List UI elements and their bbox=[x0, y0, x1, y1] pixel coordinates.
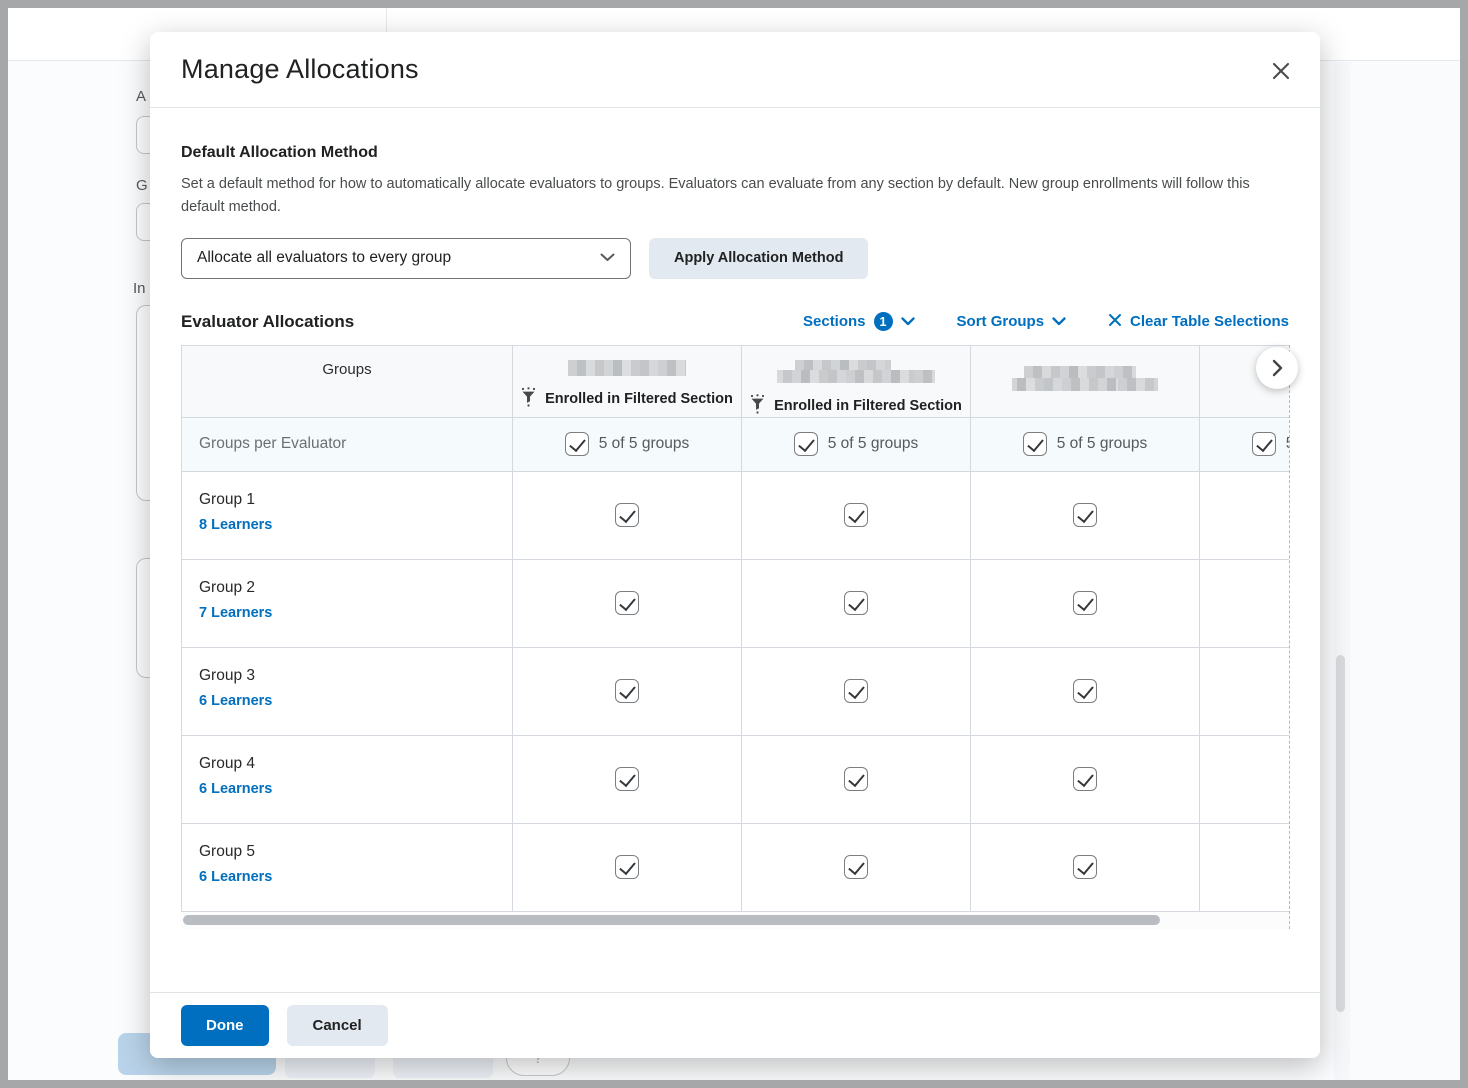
allocation-checkbox[interactable] bbox=[1073, 591, 1097, 615]
learners-link[interactable]: 6 Learners bbox=[199, 693, 272, 709]
evaluator-column-header bbox=[970, 346, 1199, 417]
table-row: Group 3 6 Learners bbox=[182, 647, 1290, 735]
chevron-down-icon bbox=[901, 313, 915, 330]
allocation-checkbox[interactable] bbox=[615, 767, 639, 791]
allocation-checkbox[interactable] bbox=[844, 679, 868, 703]
allocation-method-dropdown[interactable]: Allocate all evaluators to every group bbox=[181, 238, 631, 279]
evaluator-column-header: Enrolled in Filtered Section bbox=[741, 346, 970, 417]
groups-summary: 5 of 5 groups bbox=[1286, 435, 1290, 453]
allocation-checkbox[interactable] bbox=[615, 679, 639, 703]
sections-dropdown[interactable]: Sections 1 bbox=[803, 312, 915, 331]
evaluator-column-header: Enrolled in Filtered Section bbox=[512, 346, 741, 417]
enrolled-filter-label: Enrolled in Filtered Section bbox=[545, 391, 733, 407]
allocation-checkbox[interactable] bbox=[1073, 679, 1097, 703]
allocation-method-value: Allocate all evaluators to every group bbox=[197, 249, 451, 267]
learners-link[interactable]: 6 Learners bbox=[199, 781, 272, 797]
redacted-evaluator-name bbox=[777, 360, 935, 383]
groups-summary: 5 of 5 groups bbox=[1057, 435, 1147, 453]
allocations-table: Groups Enrolled in Filtered Section bbox=[181, 345, 1289, 929]
chevron-down-icon bbox=[1052, 313, 1066, 330]
clear-x-icon bbox=[1108, 313, 1122, 331]
allocation-checkbox[interactable] bbox=[844, 503, 868, 527]
allocation-checkbox[interactable] bbox=[615, 855, 639, 879]
sort-groups-dropdown[interactable]: Sort Groups bbox=[957, 313, 1067, 330]
table-header-row: Groups Enrolled in Filtered Section bbox=[182, 346, 1290, 417]
table-horizontal-scrollbar[interactable] bbox=[183, 915, 1160, 925]
select-all-checkbox[interactable] bbox=[1252, 432, 1276, 456]
default-allocation-method-heading: Default Allocation Method bbox=[181, 144, 1289, 162]
evaluator-allocations-heading: Evaluator Allocations bbox=[181, 312, 354, 332]
filter-funnel-icon bbox=[521, 387, 536, 411]
table-row: Group 5 6 Learners bbox=[182, 823, 1290, 911]
groups-summary: 5 of 5 groups bbox=[599, 435, 689, 453]
apply-allocation-method-button[interactable]: Apply Allocation Method bbox=[649, 238, 868, 279]
dialog-title: Manage Allocations bbox=[181, 54, 419, 85]
table-row: Group 2 7 Learners bbox=[182, 559, 1290, 647]
page-vertical-scrollbar[interactable] bbox=[1336, 655, 1345, 1012]
clear-table-selections-label: Clear Table Selections bbox=[1130, 313, 1289, 330]
dialog-body: Default Allocation Method Set a default … bbox=[150, 144, 1320, 929]
sections-count-badge: 1 bbox=[874, 312, 893, 331]
allocation-checkbox[interactable] bbox=[1073, 503, 1097, 527]
allocation-checkbox[interactable] bbox=[615, 503, 639, 527]
background-form-label: In bbox=[133, 280, 146, 297]
select-all-checkbox[interactable] bbox=[565, 432, 589, 456]
manage-allocations-dialog: Manage Allocations Default Allocation Me… bbox=[150, 32, 1320, 1058]
allocation-checkbox[interactable] bbox=[1073, 767, 1097, 791]
allocation-checkbox[interactable] bbox=[615, 591, 639, 615]
group-name: Group 1 bbox=[199, 491, 512, 509]
clear-table-selections-button[interactable]: Clear Table Selections bbox=[1108, 313, 1289, 331]
group-name: Group 3 bbox=[199, 667, 512, 685]
sort-groups-label: Sort Groups bbox=[957, 313, 1045, 330]
enrolled-filter-label: Enrolled in Filtered Section bbox=[774, 398, 962, 414]
table-horizontal-scrollbar-track bbox=[181, 912, 1289, 929]
group-name: Group 2 bbox=[199, 579, 512, 597]
groups-column-header: Groups bbox=[322, 361, 371, 417]
chevron-down-icon bbox=[600, 249, 615, 267]
filter-funnel-icon bbox=[750, 394, 765, 418]
cancel-button[interactable]: Cancel bbox=[287, 1005, 388, 1046]
table-row: Group 4 6 Learners bbox=[182, 735, 1290, 823]
done-button[interactable]: Done bbox=[181, 1005, 269, 1046]
learners-link[interactable]: 7 Learners bbox=[199, 605, 272, 621]
background-form-label: G bbox=[136, 177, 148, 194]
groups-per-evaluator-label: Groups per Evaluator bbox=[182, 418, 512, 471]
default-allocation-method-description: Set a default method for how to automati… bbox=[181, 173, 1289, 219]
background-right-panel bbox=[1349, 62, 1460, 1080]
allocation-checkbox[interactable] bbox=[844, 767, 868, 791]
sections-label: Sections bbox=[803, 313, 866, 330]
select-all-checkbox[interactable] bbox=[794, 432, 818, 456]
close-icon[interactable] bbox=[1268, 58, 1294, 84]
groups-per-evaluator-row: Groups per Evaluator 5 of 5 groups 5 of … bbox=[182, 417, 1290, 471]
learners-link[interactable]: 8 Learners bbox=[199, 517, 272, 533]
scroll-columns-right-button[interactable] bbox=[1256, 347, 1298, 389]
select-all-checkbox[interactable] bbox=[1023, 432, 1047, 456]
redacted-evaluator-name bbox=[568, 360, 686, 376]
group-name: Group 5 bbox=[199, 843, 512, 861]
redacted-evaluator-name bbox=[1012, 366, 1158, 391]
table-row: Group 1 8 Learners bbox=[182, 471, 1290, 559]
learners-link[interactable]: 6 Learners bbox=[199, 869, 272, 885]
background-form-label: A bbox=[136, 88, 146, 105]
dialog-header: Manage Allocations bbox=[150, 32, 1320, 108]
groups-summary: 5 of 5 groups bbox=[828, 435, 918, 453]
allocation-checkbox[interactable] bbox=[844, 855, 868, 879]
group-name: Group 4 bbox=[199, 755, 512, 773]
allocation-checkbox[interactable] bbox=[1073, 855, 1097, 879]
dialog-footer: Done Cancel bbox=[150, 992, 1320, 1058]
allocation-checkbox[interactable] bbox=[844, 591, 868, 615]
